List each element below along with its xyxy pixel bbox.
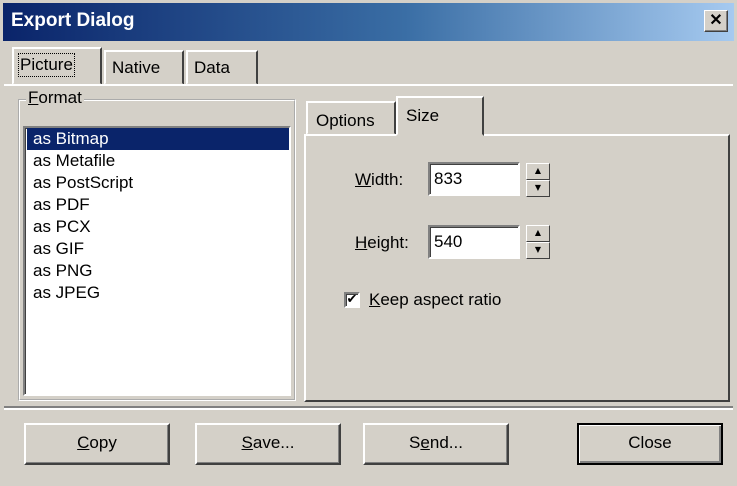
list-item[interactable]: as Metafile — [27, 150, 289, 172]
window-title: Export Dialog — [11, 10, 135, 31]
tab-panel-top-edge — [4, 84, 733, 86]
format-label-rest: ormat — [38, 88, 82, 107]
keep-aspect-accel: K — [369, 290, 381, 309]
list-item[interactable]: as Bitmap — [27, 128, 289, 150]
spin-up-icon: ▲ — [534, 166, 542, 175]
list-item[interactable]: as PNG — [27, 260, 289, 282]
spin-down-icon: ▼ — [534, 183, 542, 192]
title-bar[interactable]: Export Dialog ✕ — [3, 3, 734, 41]
tab-options-label: Options — [316, 111, 375, 130]
format-group-label: Format — [26, 88, 84, 108]
tab-data[interactable]: Data — [186, 50, 258, 85]
list-item[interactable]: as PostScript — [27, 172, 289, 194]
keep-aspect-checkbox[interactable]: ✔ — [344, 292, 360, 308]
tab-picture[interactable]: Picture — [12, 47, 102, 85]
format-label-accel: F — [28, 88, 39, 107]
close-button-label: Close — [628, 433, 672, 452]
save-button[interactable]: Save... — [195, 423, 341, 465]
close-window-button[interactable]: ✕ — [704, 10, 728, 32]
export-dialog-window: Export Dialog ✕ Picture Native Data Form… — [0, 0, 737, 486]
send-button[interactable]: Send... — [363, 423, 509, 465]
tab-data-label: Data — [194, 58, 230, 77]
checkmark-icon: ✔ — [346, 292, 358, 307]
spin-up-icon: ▲ — [534, 228, 542, 237]
width-input[interactable]: 833 — [428, 162, 520, 196]
width-spin-down[interactable]: ▼ — [526, 180, 550, 197]
width-label: Width: — [355, 170, 403, 190]
close-icon: ✕ — [709, 12, 723, 29]
tab-native-label: Native — [112, 58, 161, 77]
list-item[interactable]: as PDF — [27, 194, 289, 216]
send-prefix: S — [409, 433, 421, 452]
keep-aspect-rest: eep aspect ratio — [380, 290, 502, 309]
spin-down-icon: ▼ — [534, 245, 542, 254]
height-label: Height: — [355, 233, 409, 253]
tab-size[interactable]: Size — [396, 96, 484, 136]
height-label-rest: eight: — [367, 233, 409, 252]
list-item[interactable]: as JPEG — [27, 282, 289, 304]
send-rest: nd... — [429, 433, 463, 452]
list-item[interactable]: as PCX — [27, 216, 289, 238]
copy-rest: opy — [89, 433, 117, 452]
list-item[interactable]: as GIF — [27, 238, 289, 260]
height-spin-up[interactable]: ▲ — [526, 225, 550, 242]
separator-highlight — [4, 408, 733, 410]
width-label-rest: idth: — [371, 170, 404, 189]
send-accel: e — [420, 433, 430, 452]
keep-aspect-label: Keep aspect ratio — [369, 290, 501, 310]
tab-picture-label: Picture — [18, 53, 75, 77]
save-rest: ave... — [252, 433, 295, 452]
tab-native[interactable]: Native — [104, 50, 184, 85]
copy-accel: C — [77, 433, 90, 452]
height-label-accel: H — [355, 233, 368, 252]
width-label-accel: W — [355, 170, 372, 189]
save-accel: S — [241, 433, 253, 452]
height-spin-down[interactable]: ▼ — [526, 242, 550, 259]
tab-options[interactable]: Options — [306, 101, 396, 135]
height-input[interactable]: 540 — [428, 225, 520, 259]
tab-size-label: Size — [406, 106, 440, 125]
format-listbox[interactable]: as Bitmap as Metafile as PostScript as P… — [23, 126, 291, 396]
copy-button[interactable]: Copy — [24, 423, 170, 465]
close-button[interactable]: Close — [577, 423, 723, 465]
width-spin-up[interactable]: ▲ — [526, 163, 550, 180]
